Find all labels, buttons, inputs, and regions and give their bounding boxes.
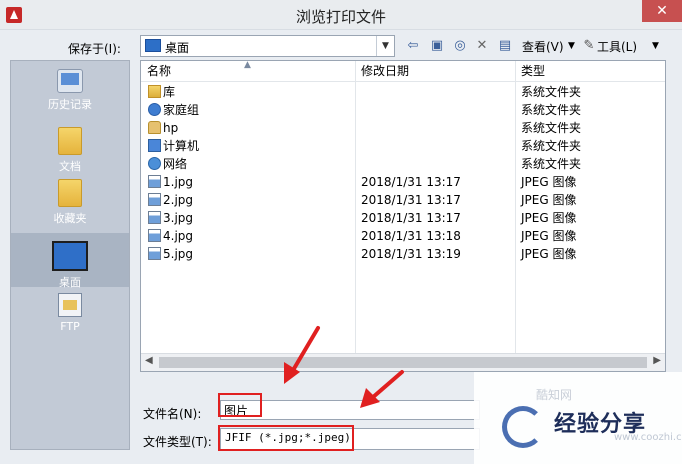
arrow-to-file-type: [360, 370, 404, 408]
watermark-small: 酷知网: [536, 388, 573, 402]
watermark-sub: www.coozhi.com: [614, 432, 682, 443]
arrow-to-file-name: [284, 326, 320, 384]
watermark: 酷知网 经验分享 www.coozhi.com: [474, 372, 682, 464]
watermark-logo-icon: [502, 406, 544, 448]
